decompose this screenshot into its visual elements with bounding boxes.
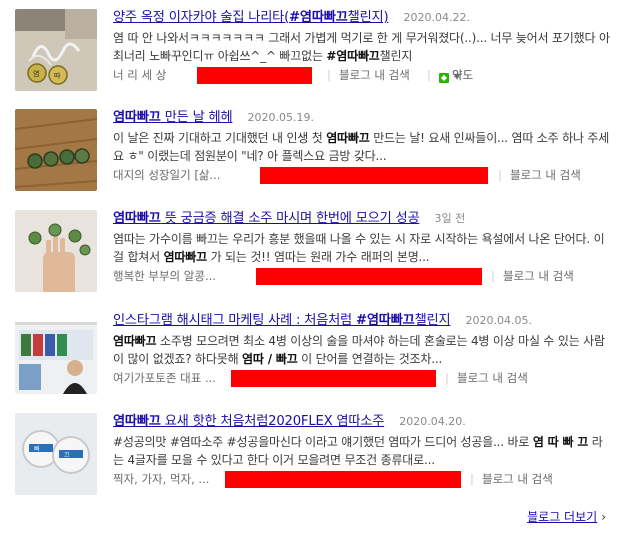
- result-title-link[interactable]: 양주 옥정 이자카야 술집 나리타(#염따빠끄챌린지): [113, 10, 389, 25]
- chevron-right-icon: ›: [601, 510, 606, 524]
- list-item: 염따빠끄 뜻 궁금증 해결 소주 마시며 한번에 모으기 성공 3일 전 염따는…: [0, 204, 621, 304]
- redaction-box: [256, 268, 482, 285]
- divider: |: [327, 68, 331, 82]
- hand-with-caps-photo-icon: [15, 210, 97, 292]
- more-blogs-link[interactable]: 블로그 더보기 ›: [527, 508, 606, 525]
- blog-author[interactable]: 대지의 성장일기 [삶...: [113, 166, 220, 184]
- thumbnail[interactable]: 빠 끄: [15, 413, 97, 495]
- redaction-box: [231, 370, 436, 387]
- map-icon: ◆: [439, 73, 449, 83]
- result-snippet: 이 날은 진짜 기대하고 기대했던 내 인생 첫 염따빠끄 만드는 날! 요새 …: [113, 131, 610, 163]
- thumbnail[interactable]: 염 따: [15, 9, 97, 91]
- two-caps-photo-icon: 빠 끄: [15, 413, 97, 495]
- soju-caps-photo-icon: 염 따: [15, 9, 97, 91]
- blog-search-link[interactable]: 블로그 내 검색: [339, 66, 410, 84]
- redaction-box: [197, 67, 312, 84]
- blog-author[interactable]: 여기가포토존 대표 ...: [113, 369, 216, 387]
- post-date: 2020.04.05.: [465, 314, 532, 327]
- blog-author[interactable]: 찍자, 가자, 먹자, ...: [113, 470, 209, 488]
- post-date: 3일 전: [434, 212, 466, 225]
- list-item: 염따빠끄 만든 날 헤헤 2020.05.19. 이 날은 진짜 기대하고 기대…: [0, 103, 621, 203]
- result-title-link[interactable]: 염따빠끄 뜻 궁금증 해결 소주 마시며 한번에 모으기 성공: [113, 211, 420, 226]
- divider: |: [470, 472, 474, 486]
- result-snippet: #성공의맛 #염따소주 #성공을마신다 이라고 얘기했던 염따가 드디어 성공을…: [113, 435, 603, 467]
- list-item: 염 따 양주 옥정 이자카야 술집 나리타(#염따빠끄챌린지) 2020.04.…: [0, 3, 621, 103]
- result-title-link[interactable]: 염따빠끄 만든 날 헤헤: [113, 110, 233, 125]
- result-meta: 찍자, 가자, 먹자, ... | 블로그 내 검색: [113, 470, 613, 488]
- result-meta: 행복한 부부의 알콩... | 블로그 내 검색: [113, 267, 613, 285]
- blog-search-link[interactable]: 블로그 내 검색: [503, 267, 574, 285]
- map-link[interactable]: ◆ 약도 ▼: [439, 66, 473, 86]
- svg-text:빠: 빠: [34, 445, 40, 453]
- blog-search-link[interactable]: 블로그 내 검색: [457, 369, 528, 387]
- thumbnail[interactable]: [15, 312, 97, 394]
- blog-author[interactable]: 행복한 부부의 알콩...: [113, 267, 216, 285]
- svg-text:끄: 끄: [64, 452, 70, 459]
- thumbnail[interactable]: [15, 109, 97, 191]
- list-item: 인스타그램 해시태그 마케팅 사례 : 처음처럼 #염따빠끄챌린지 2020.0…: [0, 306, 621, 406]
- result-meta: 대지의 성장일기 [삶... | 블로그 내 검색: [113, 166, 613, 184]
- result-snippet: 염 따 안 나와서ㅋㅋㅋㅋㅋㅋㅋ 그래서 가볍게 먹기로 한 게 무거워졌다(.…: [113, 31, 610, 63]
- result-meta: 너 리 세 상 | 블로그 내 검색 | ◆ 약도 ▼: [113, 66, 613, 84]
- divider: |: [445, 371, 449, 385]
- svg-text:염: 염: [33, 70, 39, 78]
- thumbnail[interactable]: [15, 210, 97, 292]
- blog-search-link[interactable]: 블로그 내 검색: [510, 166, 581, 184]
- blog-results: 염 따 양주 옥정 이자카야 술집 나리타(#염따빠끄챌린지) 2020.04.…: [0, 0, 621, 534]
- post-date: 2020.04.20.: [399, 415, 466, 428]
- post-date: 2020.04.22.: [403, 11, 470, 24]
- result-title-link[interactable]: 염따빠끄 요새 핫한 처음처럼2020FLEX 염따소주: [113, 414, 384, 429]
- blog-author[interactable]: 너 리 세 상: [113, 66, 166, 84]
- result-snippet: 염따빠끄 소주병 모으려면 최소 4병 이상의 술을 마셔야 하는데 혼술로는 …: [113, 334, 605, 366]
- store-screenshot-photo-icon: [15, 312, 97, 394]
- redaction-box: [260, 167, 488, 184]
- result-snippet: 염따는 가수이름 빠끄는 우리가 흥분 했을때 나올 수 있는 시 자로 시작하…: [113, 232, 605, 264]
- svg-text:따: 따: [54, 71, 61, 80]
- redaction-box: [225, 471, 461, 488]
- divider: |: [427, 68, 431, 82]
- list-item: 빠 끄 염따빠끄 요새 핫한 처음처럼2020FLEX 염따소주 2020.04…: [0, 407, 621, 507]
- caps-on-wood-photo-icon: [15, 109, 97, 191]
- divider: |: [491, 269, 495, 283]
- blog-search-link[interactable]: 블로그 내 검색: [482, 470, 553, 488]
- post-date: 2020.05.19.: [247, 111, 314, 124]
- result-meta: 여기가포토존 대표 ... | 블로그 내 검색: [113, 369, 613, 387]
- result-title-link[interactable]: 인스타그램 해시태그 마케팅 사례 : 처음처럼 #염따빠끄챌린지: [113, 313, 451, 328]
- divider: |: [498, 168, 502, 182]
